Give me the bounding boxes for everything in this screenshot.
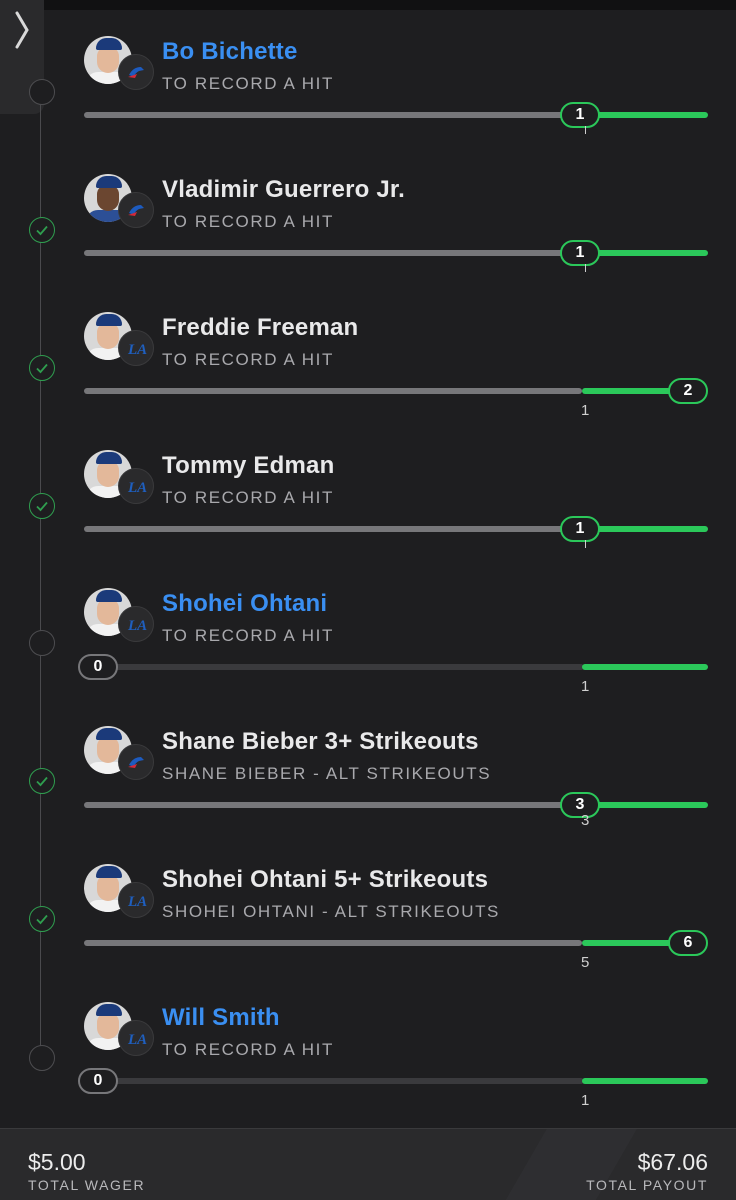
player-name-link[interactable]: Shohei Ohtani bbox=[162, 590, 327, 618]
dodgers-logo-icon: LA bbox=[118, 1020, 154, 1056]
player-avatar-group: LA bbox=[84, 1002, 154, 1056]
bet-summary-footer: $5.00 TOTAL WAGER $67.06 TOTAL PAYOUT bbox=[0, 1128, 736, 1200]
player-avatar-group bbox=[84, 174, 154, 228]
checkmark-icon bbox=[36, 501, 48, 512]
progress-remaining bbox=[582, 1078, 708, 1084]
target-value: 5 bbox=[581, 954, 590, 971]
status-node-complete bbox=[29, 355, 55, 381]
progress-track bbox=[84, 940, 582, 946]
player-avatar-group bbox=[84, 36, 154, 90]
progress-remaining bbox=[582, 526, 708, 532]
progress-remaining bbox=[582, 664, 708, 670]
current-stat-pill: 1 bbox=[560, 240, 600, 266]
market-label: TO RECORD A HIT bbox=[162, 350, 334, 369]
player-avatar-group: LA bbox=[84, 450, 154, 504]
checkmark-icon bbox=[36, 225, 48, 236]
progress-track bbox=[84, 802, 584, 808]
top-edge-bar bbox=[0, 0, 736, 10]
total-payout-amount: $67.06 bbox=[637, 1149, 708, 1175]
status-node-pending bbox=[29, 630, 55, 656]
checkmark-icon bbox=[36, 776, 48, 787]
target-value: 3 bbox=[581, 812, 590, 829]
target-tick bbox=[585, 126, 586, 134]
target-value: 1 bbox=[581, 402, 590, 419]
parlay-leg[interactable]: LA Tommy Edman TO RECORD A HIT 1 bbox=[84, 450, 714, 560]
parlay-leg[interactable]: Bo Bichette TO RECORD A HIT 1 bbox=[84, 36, 714, 146]
checkmark-icon bbox=[36, 363, 48, 374]
player-name: Shane Bieber 3+ Strikeouts bbox=[162, 728, 479, 755]
svg-text:LA: LA bbox=[127, 480, 147, 496]
market-label: TO RECORD A HIT bbox=[162, 212, 334, 231]
market-label: SHANE BIEBER - ALT STRIKEOUTS bbox=[162, 764, 492, 783]
parlay-leg[interactable]: LA Shohei Ohtani TO RECORD A HIT 0 1 bbox=[78, 588, 714, 698]
current-stat-pill: 6 bbox=[668, 930, 708, 956]
parlay-leg[interactable]: Shane Bieber 3+ Strikeouts SHANE BIEBER … bbox=[84, 726, 714, 836]
progress-track bbox=[84, 1078, 584, 1084]
dodgers-logo-icon: LA bbox=[118, 468, 154, 504]
dodgers-logo-icon: LA bbox=[118, 882, 154, 918]
status-node-complete bbox=[29, 217, 55, 243]
progress-track bbox=[84, 526, 584, 532]
parlay-leg[interactable]: Vladimir Guerrero Jr. TO RECORD A HIT 1 bbox=[84, 174, 714, 284]
checkmark-icon bbox=[36, 914, 48, 925]
player-avatar-group bbox=[84, 726, 154, 780]
player-name: Tommy Edman bbox=[162, 452, 335, 479]
status-node-pending bbox=[29, 1045, 55, 1071]
market-label: TO RECORD A HIT bbox=[162, 1040, 334, 1059]
market-label: TO RECORD A HIT bbox=[162, 488, 334, 507]
parlay-leg[interactable]: LA Shohei Ohtani 5+ Strikeouts SHOHEI OH… bbox=[84, 864, 714, 974]
target-value: 1 bbox=[581, 678, 590, 695]
progress-remaining bbox=[582, 112, 708, 118]
progress-fill bbox=[582, 388, 682, 394]
blue-jays-logo-icon bbox=[118, 54, 154, 90]
svg-text:LA: LA bbox=[127, 894, 147, 910]
parlay-leg[interactable]: LA Freddie Freeman TO RECORD A HIT 2 1 bbox=[84, 312, 714, 422]
market-label: SHOHEI OHTANI - ALT STRIKEOUTS bbox=[162, 902, 500, 921]
player-name-link[interactable]: Bo Bichette bbox=[162, 38, 298, 66]
current-stat-pill: 3 bbox=[560, 792, 600, 818]
progress-track bbox=[84, 388, 582, 394]
status-node-complete bbox=[29, 493, 55, 519]
target-tick bbox=[585, 264, 586, 272]
svg-text:LA: LA bbox=[127, 1032, 147, 1048]
progress-remaining bbox=[582, 250, 708, 256]
player-name: Vladimir Guerrero Jr. bbox=[162, 176, 405, 203]
player-avatar-group: LA bbox=[84, 864, 154, 918]
target-tick bbox=[585, 540, 586, 548]
chevron-right-icon bbox=[15, 11, 29, 49]
market-label: TO RECORD A HIT bbox=[162, 74, 334, 93]
blue-jays-logo-icon bbox=[118, 192, 154, 228]
progress-track bbox=[84, 250, 584, 256]
dodgers-logo-icon: LA bbox=[118, 330, 154, 366]
current-stat-pill: 1 bbox=[560, 516, 600, 542]
player-avatar-group: LA bbox=[84, 588, 154, 642]
status-node-complete bbox=[29, 768, 55, 794]
player-avatar-group: LA bbox=[84, 312, 154, 366]
status-node-complete bbox=[29, 906, 55, 932]
player-name-link[interactable]: Will Smith bbox=[162, 1004, 280, 1032]
player-name: Shohei Ohtani 5+ Strikeouts bbox=[162, 866, 489, 893]
progress-track bbox=[84, 664, 584, 670]
svg-text:LA: LA bbox=[127, 618, 147, 634]
blue-jays-logo-icon bbox=[118, 744, 154, 780]
svg-text:LA: LA bbox=[127, 342, 147, 358]
total-payout-label: TOTAL PAYOUT bbox=[586, 1177, 708, 1193]
progress-remaining bbox=[582, 802, 708, 808]
total-wager-amount: $5.00 bbox=[28, 1149, 86, 1175]
status-node-pending bbox=[29, 79, 55, 105]
dodgers-logo-icon: LA bbox=[118, 606, 154, 642]
current-stat-pill: 2 bbox=[668, 378, 708, 404]
current-stat-pill: 0 bbox=[78, 1068, 118, 1094]
total-wager-label: TOTAL WAGER bbox=[28, 1177, 146, 1193]
player-name: Freddie Freeman bbox=[162, 314, 359, 341]
current-stat-pill: 0 bbox=[78, 654, 118, 680]
parlay-leg[interactable]: LA Will Smith TO RECORD A HIT 0 1 bbox=[78, 1002, 714, 1112]
market-label: TO RECORD A HIT bbox=[162, 626, 334, 645]
current-stat-pill: 1 bbox=[560, 102, 600, 128]
progress-fill bbox=[582, 940, 682, 946]
target-value: 1 bbox=[581, 1092, 590, 1109]
progress-track bbox=[84, 112, 584, 118]
